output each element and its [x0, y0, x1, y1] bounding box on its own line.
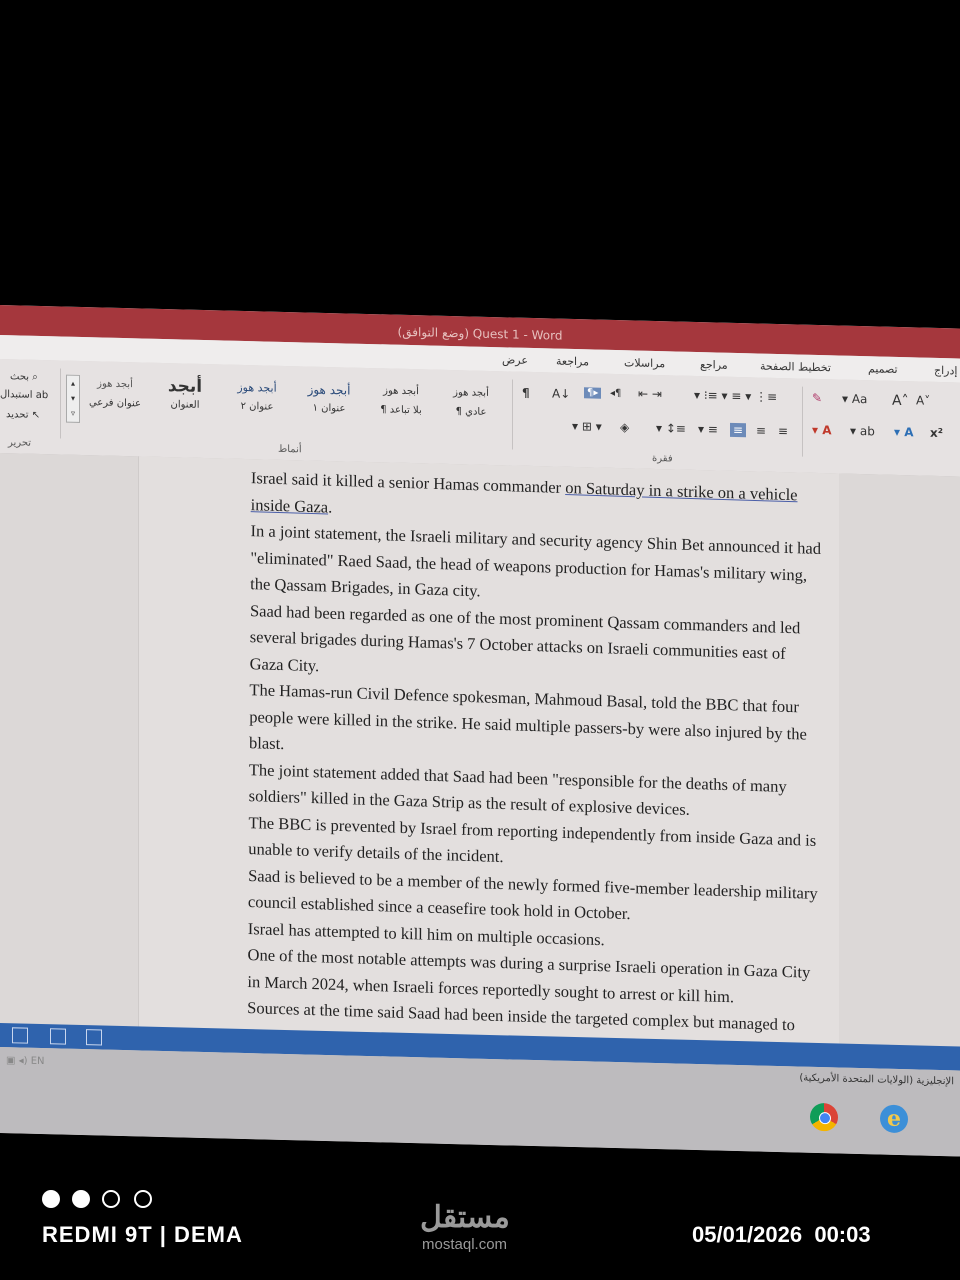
style-subtitle[interactable]: أبجد هوز عنوان فرعي	[84, 371, 146, 425]
replace-label: استبدال	[0, 389, 33, 401]
justify-icon[interactable]: ▾ ≡	[698, 422, 718, 436]
tray-language: EN	[30, 1055, 45, 1068]
editing-group-label: تحرير	[8, 437, 32, 449]
dot-icon	[72, 1190, 90, 1208]
monitor-screen: (وضع التوافق) Quest 1 - Word إدراج تصميم…	[0, 305, 960, 1157]
replace-button[interactable]: استبدال ab	[0, 389, 48, 401]
dot-icon	[42, 1190, 60, 1208]
align-right-icon[interactable]: ≡	[730, 422, 747, 438]
tab-page-layout[interactable]: تخطيط الصفحة	[760, 360, 831, 375]
rtl-direction-icon[interactable]: ◂¶	[610, 388, 621, 399]
internet-explorer-icon[interactable]: e	[880, 1104, 908, 1134]
language-indicator: الإنجليزية (الولايات المتحدة الأمريكية)	[799, 1072, 954, 1088]
style-title[interactable]: أبجد العنوان	[154, 373, 216, 427]
photo-overlay: REDMI 9T | DEMA مستقل mostaql.com 05/01/…	[0, 1180, 960, 1280]
align-center-icon[interactable]: ≡	[756, 423, 766, 437]
align-left-icon[interactable]: ≡	[778, 424, 788, 438]
tab-mailings[interactable]: مراسلات	[624, 356, 665, 370]
shrink-font-icon[interactable]: A˅	[916, 393, 930, 407]
clear-format-icon[interactable]: ✎	[812, 391, 822, 405]
find-button[interactable]: بحث ⌕	[10, 371, 38, 383]
find-label: بحث	[10, 371, 30, 383]
line-spacing-icon[interactable]: ▾ ↕≡	[656, 421, 686, 436]
style-heading-1[interactable]: أبجد هوز عنوان ١	[298, 376, 360, 430]
borders-icon[interactable]: ▾ ⊞ ▾	[572, 419, 602, 434]
web-layout-icon[interactable]	[86, 1029, 102, 1046]
chrome-icon[interactable]	[810, 1102, 838, 1132]
tab-design[interactable]: تصميم	[868, 362, 898, 376]
timestamp: 05/01/2026 00:03	[692, 1222, 871, 1247]
cursor-icon: ↖	[31, 409, 41, 421]
select-button[interactable]: تحديد ↖	[6, 409, 40, 421]
document-body[interactable]: Israel said it killed a senior Hamas com…	[247, 465, 823, 1066]
read-mode-icon[interactable]	[12, 1027, 28, 1044]
document-area: Israel said it killed a senior Hamas com…	[0, 453, 960, 1057]
indent-icon[interactable]: ⇤ ⇥	[638, 387, 662, 402]
dot-icon	[134, 1190, 152, 1208]
font-size-label: Aa	[851, 391, 868, 407]
style-normal[interactable]: أبجد هوز ¶ عادي	[440, 380, 502, 434]
shading-icon[interactable]: ◈	[620, 420, 629, 434]
tray-icons[interactable]: ▣ ◂) EN	[6, 1055, 45, 1067]
show-marks-icon[interactable]: ¶	[522, 386, 530, 400]
change-case-button[interactable]: ▾ Aa	[842, 392, 867, 407]
document-page[interactable]: Israel said it killed a senior Hamas com…	[138, 456, 839, 1054]
style-no-spacing[interactable]: أبجد هوز ¶ بلا تباعد	[370, 378, 432, 432]
tab-view[interactable]: عرض	[502, 353, 528, 367]
style-heading-2[interactable]: أبجد هوز عنوان ٢	[226, 375, 288, 429]
watermark-url: mostaql.com	[422, 1236, 508, 1253]
superscript-icon[interactable]: x²	[930, 426, 943, 440]
font-color-icon[interactable]: ▾ A	[812, 423, 832, 437]
paragraph-group-label: فقرة	[652, 452, 673, 465]
grow-font-icon[interactable]: A˄	[892, 393, 909, 409]
styles-group-label: أنماط	[278, 443, 302, 456]
styles-scroll-icon[interactable]: ▴ ▾ ▿	[66, 374, 80, 423]
binoculars-icon: ⌕	[32, 371, 38, 383]
device-label: REDMI 9T | DEMA	[42, 1222, 243, 1247]
select-label: تحديد	[6, 409, 29, 421]
tab-review[interactable]: مراجعة	[556, 355, 589, 369]
window-title: (وضع التوافق) Quest 1 - Word	[397, 324, 563, 343]
tab-references[interactable]: مراجع	[700, 358, 728, 372]
tab-insert[interactable]: إدراج	[934, 364, 957, 378]
sort-icon[interactable]: A↓	[552, 386, 570, 400]
highlight-icon[interactable]: ▾ ab	[850, 424, 875, 439]
replace-icon: ab	[35, 389, 49, 402]
print-layout-icon[interactable]	[50, 1028, 66, 1045]
ltr-direction-icon[interactable]: ¶▸	[584, 387, 602, 399]
text-effects-icon[interactable]: ▾ A	[894, 425, 914, 439]
dot-icon	[102, 1190, 120, 1208]
multilevel-list-icon[interactable]: ▾ ⁝≡ ▾ ≡ ▾ ⋮≡	[694, 388, 777, 404]
watermark-logo: مستقل	[420, 1201, 510, 1234]
